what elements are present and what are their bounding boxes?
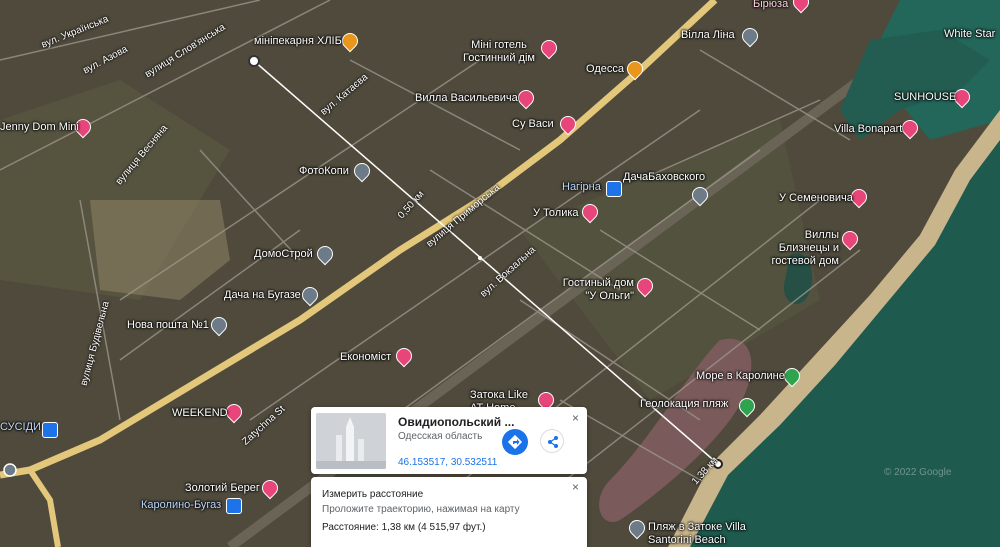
share-icon	[548, 436, 558, 448]
measure-distance-value: Расстояние: 1,38 км (4 515,97 фут.)	[322, 522, 486, 533]
place-info-card[interactable]: Овидиопольский ... Одесская область 46.1…	[311, 407, 587, 474]
train-station-icon	[226, 498, 242, 514]
location-marker[interactable]	[3, 463, 17, 477]
map-copyright: © 2022 Google	[884, 467, 952, 478]
measure-mid-point[interactable]	[478, 256, 482, 260]
place-title[interactable]: Овидиопольский ...	[398, 415, 514, 429]
measure-title: Измерить расстояние	[322, 489, 424, 500]
place-region: Одесская область	[398, 431, 483, 442]
measure-distance-card: Измерить расстояние Проложите траекторию…	[311, 477, 587, 547]
place-photo-icon	[316, 413, 386, 469]
close-icon[interactable]: ×	[572, 412, 579, 424]
directions-icon	[507, 434, 523, 450]
place-coordinates[interactable]: 46.153517, 30.532511	[398, 457, 497, 468]
share-button[interactable]	[540, 429, 564, 453]
shop-icon	[42, 422, 58, 438]
measure-start-point[interactable]	[248, 55, 260, 67]
directions-button[interactable]	[502, 429, 528, 455]
close-icon[interactable]: ×	[572, 481, 579, 493]
bus-stop-icon	[606, 181, 622, 197]
measure-hint: Проложите траекторию, нажимая на карту	[322, 504, 520, 515]
place-thumbnail[interactable]	[316, 413, 386, 469]
